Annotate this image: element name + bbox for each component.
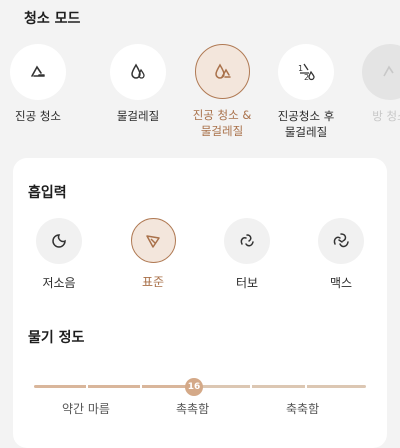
water-slider-track[interactable] (194, 385, 366, 388)
mode-vacuum-and-mop[interactable]: 진공 청소 & 물걸레질 (180, 44, 264, 139)
mode-mop-label: 물걸레질 (116, 109, 160, 123)
water-label-moist: 촉촉함 (176, 402, 210, 416)
suction-max-label: 맥스 (329, 276, 353, 290)
water-slider-thumb[interactable]: 16 (185, 378, 203, 396)
mode-room-clean[interactable]: 방 청소 (348, 44, 400, 124)
vacuum-mop-icon (211, 61, 233, 83)
water-slider-fill[interactable] (34, 385, 194, 388)
mode-vacuum-button[interactable] (10, 44, 66, 100)
suction-title: 흡입력 (28, 185, 67, 201)
cleaning-mode-list: 진공 청소 물걸레질 진공 청소 & 물걸레질 12 진공청소 후 물걸레질 방… (0, 44, 400, 154)
suction-max-button[interactable] (318, 218, 364, 264)
suction-turbo-button[interactable] (224, 218, 270, 264)
mode-vacuum[interactable]: 진공 청소 (0, 44, 80, 124)
mode-vacuum-and-mop-label: 진공 청소 & 물걸레질 (192, 108, 252, 138)
quiet-icon (50, 232, 68, 250)
mode-vacuum-then-mop-button[interactable]: 12 (278, 44, 334, 100)
standard-fan-icon (144, 232, 162, 250)
mode-vacuum-and-mop-button[interactable] (194, 44, 250, 99)
vacuum-icon (28, 62, 48, 82)
water-level-title: 물기 정도 (28, 330, 85, 346)
suction-quiet-button[interactable] (36, 218, 82, 264)
mode-mop-button[interactable] (110, 44, 166, 100)
slider-tick (86, 385, 88, 388)
max-fan-icon (332, 232, 350, 250)
suction-turbo[interactable]: 터보 (212, 218, 282, 291)
suction-max[interactable]: 맥스 (306, 218, 376, 291)
suction-quiet[interactable]: 저소음 (24, 218, 94, 291)
cleaning-mode-title: 청소 모드 (24, 11, 81, 27)
slider-tick (305, 385, 307, 388)
mode-vacuum-then-mop[interactable]: 12 진공청소 후 물걸레질 (264, 44, 348, 140)
turbo-fan-icon (238, 232, 256, 250)
suction-standard[interactable]: 표준 (118, 218, 188, 290)
vacuum-then-mop-icon: 12 (295, 61, 317, 83)
mode-vacuum-label: 진공 청소 (15, 109, 61, 123)
water-label-slightly-dry: 약간 마름 (62, 402, 110, 416)
water-drop-icon (128, 62, 148, 82)
slider-tick (140, 385, 142, 388)
mode-mop[interactable]: 물걸레질 (96, 44, 180, 124)
mode-room-clean-label: 방 청소 (372, 109, 400, 123)
room-clean-icon (380, 62, 400, 82)
suction-quiet-label: 저소음 (42, 276, 76, 290)
slider-tick (250, 385, 252, 388)
water-label-wet: 축축함 (286, 402, 320, 416)
suction-standard-label: 표준 (141, 275, 165, 289)
svg-text:2: 2 (304, 73, 309, 82)
suction-turbo-label: 터보 (235, 276, 259, 290)
suction-standard-button[interactable] (130, 218, 176, 263)
mode-vacuum-then-mop-label: 진공청소 후 물걸레질 (277, 109, 335, 139)
mode-room-clean-button[interactable] (362, 44, 400, 100)
svg-text:1: 1 (298, 64, 303, 73)
